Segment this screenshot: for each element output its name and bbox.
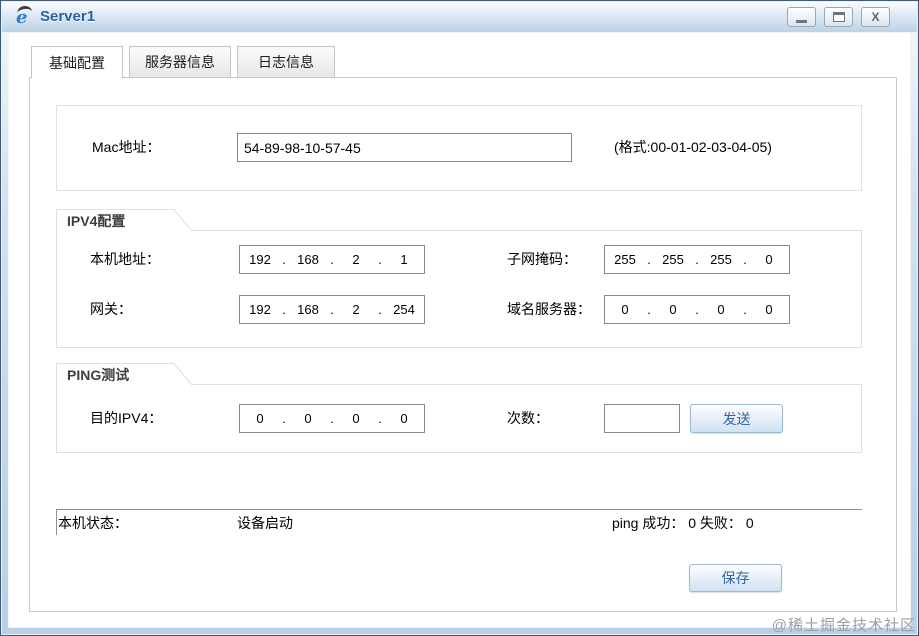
ping-group-label: PING测试 <box>67 365 129 385</box>
ping-success-count: 0 <box>688 515 696 531</box>
host-status-label: 本机状态： <box>58 513 128 533</box>
host-address-label: 本机地址： <box>90 245 160 274</box>
octet[interactable]: 0 <box>653 302 693 317</box>
ip-dot: . <box>280 302 288 317</box>
maximize-icon <box>833 12 845 22</box>
ensp-logo-icon: e <box>14 6 36 28</box>
tab-log-info[interactable]: 日志信息 <box>237 46 335 77</box>
tab-label: 基础配置 <box>49 53 105 73</box>
close-button[interactable]: X <box>861 7 890 27</box>
minimize-button[interactable] <box>787 7 816 27</box>
ip-dot: . <box>741 302 749 317</box>
status-row: 本机状态： 设备启动 ping 成功： 0 失败： 0 <box>56 509 862 535</box>
ip-dot: . <box>645 252 653 267</box>
ip-dot: . <box>376 302 384 317</box>
ip-dot: . <box>693 252 701 267</box>
octet[interactable]: 192 <box>240 252 280 267</box>
ping-stats: ping 成功： 0 失败： 0 <box>612 513 754 533</box>
ping-fail-label: 失败： <box>700 515 742 531</box>
ping-count-label: 次数： <box>507 404 549 433</box>
ip-dot: . <box>280 411 288 426</box>
ip-dot: . <box>328 252 336 267</box>
mac-label: Mac地址： <box>92 133 160 162</box>
octet[interactable]: 0 <box>336 411 376 426</box>
ip-dot: . <box>645 302 653 317</box>
octet[interactable]: 0 <box>384 411 424 426</box>
ipv4-group: IPV4配置 本机地址： 192.168.2.1 子网掩码： 255.255.2… <box>56 230 862 348</box>
octet[interactable]: 0 <box>701 302 741 317</box>
mac-input[interactable] <box>237 133 572 162</box>
ip-dot: . <box>376 411 384 426</box>
subnet-mask-input[interactable]: 255.255.255.0 <box>604 245 790 274</box>
ping-count-input[interactable] <box>604 404 680 433</box>
gateway-input[interactable]: 192.168.2.254 <box>239 295 425 324</box>
tab-label: 服务器信息 <box>145 52 215 72</box>
mac-format-hint: (格式:00-01-02-03-04-05) <box>614 133 772 162</box>
octet[interactable]: 2 <box>336 302 376 317</box>
octet[interactable]: 1 <box>384 252 424 267</box>
octet[interactable]: 0 <box>240 411 280 426</box>
close-icon: X <box>871 10 879 24</box>
ping-dest-label: 目的IPV4： <box>90 404 162 433</box>
send-button[interactable]: 发送 <box>690 404 783 433</box>
octet[interactable]: 2 <box>336 252 376 267</box>
ip-dot: . <box>328 302 336 317</box>
ipv4-group-label: IPV4配置 <box>67 211 125 231</box>
octet[interactable]: 0 <box>749 252 789 267</box>
subnet-mask-label: 子网掩码： <box>507 245 577 274</box>
send-button-label: 发送 <box>723 409 751 429</box>
host-address-input[interactable]: 192.168.2.1 <box>239 245 425 274</box>
gateway-label: 网关： <box>90 295 132 324</box>
octet[interactable]: 168 <box>288 252 328 267</box>
ip-dot: . <box>280 252 288 267</box>
ip-dot: . <box>328 411 336 426</box>
ping-dest-input[interactable]: 0.0.0.0 <box>239 404 425 433</box>
octet[interactable]: 255 <box>605 252 645 267</box>
ipv4-group-tab: IPV4配置 <box>56 209 172 231</box>
tab-server-info[interactable]: 服务器信息 <box>129 46 231 77</box>
dns-input[interactable]: 0.0.0.0 <box>604 295 790 324</box>
server-config-window: e Server1 X 基础配置 服务器信息 日志信息 Mac地址： (格式:0… <box>0 0 919 636</box>
mac-section: Mac地址： (格式:00-01-02-03-04-05) <box>56 105 862 191</box>
octet[interactable]: 192 <box>240 302 280 317</box>
ping-fail-count: 0 <box>746 515 754 531</box>
titlebar[interactable]: e Server1 X <box>2 2 917 32</box>
watermark: @稀土掘金技术社区 <box>772 614 916 635</box>
tab-basic-config[interactable]: 基础配置 <box>31 46 123 78</box>
maximize-button[interactable] <box>824 7 853 27</box>
octet[interactable]: 255 <box>701 252 741 267</box>
octet[interactable]: 255 <box>653 252 693 267</box>
dns-label: 域名服务器： <box>507 295 591 324</box>
octet[interactable]: 0 <box>749 302 789 317</box>
ping-group-tab: PING测试 <box>56 363 172 385</box>
ip-dot: . <box>376 252 384 267</box>
save-button-label: 保存 <box>722 568 750 588</box>
ip-dot: . <box>741 252 749 267</box>
tab-label: 日志信息 <box>258 52 314 72</box>
ping-group: PING测试 目的IPV4： 0.0.0.0 次数： 发送 <box>56 384 862 453</box>
window-controls: X <box>787 7 890 27</box>
ip-dot: . <box>693 302 701 317</box>
host-status-value: 设备启动 <box>237 513 293 533</box>
octet[interactable]: 168 <box>288 302 328 317</box>
octet[interactable]: 0 <box>605 302 645 317</box>
minimize-icon <box>796 20 807 23</box>
ping-success-label: ping 成功： <box>612 515 684 531</box>
logo-e: e <box>16 7 27 28</box>
octet[interactable]: 254 <box>384 302 424 317</box>
save-button[interactable]: 保存 <box>689 564 782 592</box>
window-title: Server1 <box>40 8 95 25</box>
octet[interactable]: 0 <box>288 411 328 426</box>
